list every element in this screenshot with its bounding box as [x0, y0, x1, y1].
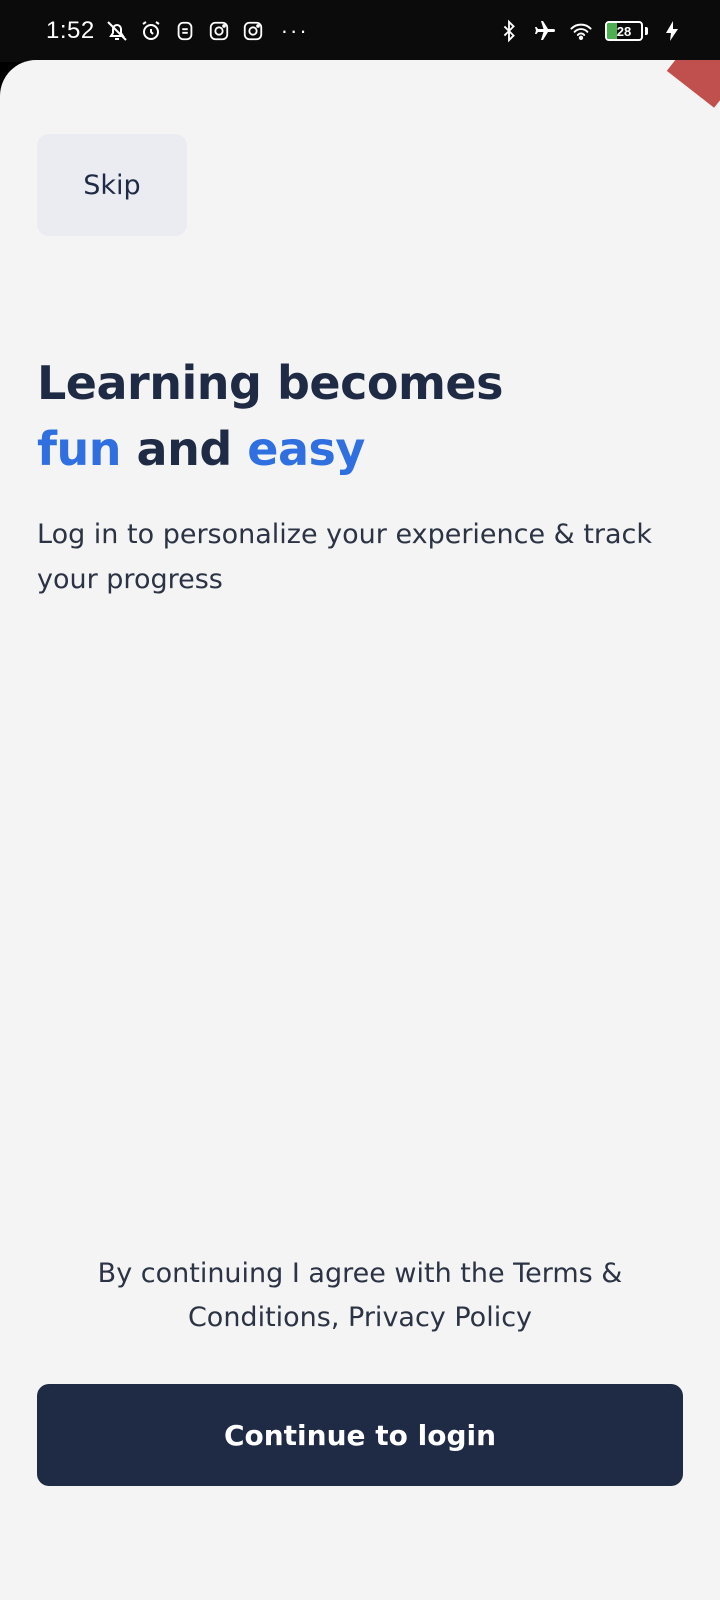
battery-fill: [607, 23, 617, 39]
more-notifications-indicator: ···: [280, 18, 309, 43]
headline-word-fun: fun: [37, 422, 122, 476]
terms-privacy-text[interactable]: By continuing I agree with the Terms & C…: [60, 1252, 660, 1340]
app-notification-icon: [173, 19, 197, 43]
status-bar: 1:52 ··· 28: [0, 0, 720, 62]
page-title: Learning becomes fun and easy: [37, 350, 677, 482]
alarm-icon: [139, 19, 163, 43]
skip-button[interactable]: Skip: [37, 134, 187, 236]
airplane-icon: [533, 19, 557, 43]
headline-word-and: and: [121, 422, 248, 476]
bluetooth-icon: [497, 19, 521, 43]
battery-icon: 28: [605, 21, 643, 41]
status-bar-left: 1:52 ···: [46, 17, 497, 45]
headline-word-easy: easy: [247, 422, 365, 476]
status-time: 1:52: [46, 17, 95, 44]
battery-level: 28: [616, 23, 632, 39]
battery-indicator: 28: [605, 21, 648, 41]
status-bar-right: 28: [497, 19, 684, 43]
subtitle: Log in to personalize your experience & …: [37, 519, 653, 595]
battery-cap: [645, 27, 648, 35]
instagram-icon: [241, 19, 265, 43]
onboarding-screen: Skip Learning becomes fun and easy Log i…: [0, 60, 720, 1600]
corner-ribbon: [666, 60, 720, 108]
bell-off-icon: [105, 19, 129, 43]
wifi-icon: [569, 19, 593, 43]
continue-to-login-button[interactable]: Continue to login: [37, 1384, 683, 1486]
instagram-icon: [207, 19, 231, 43]
headline-line-1: Learning becomes: [37, 356, 503, 410]
charging-bolt-icon: [660, 19, 684, 43]
